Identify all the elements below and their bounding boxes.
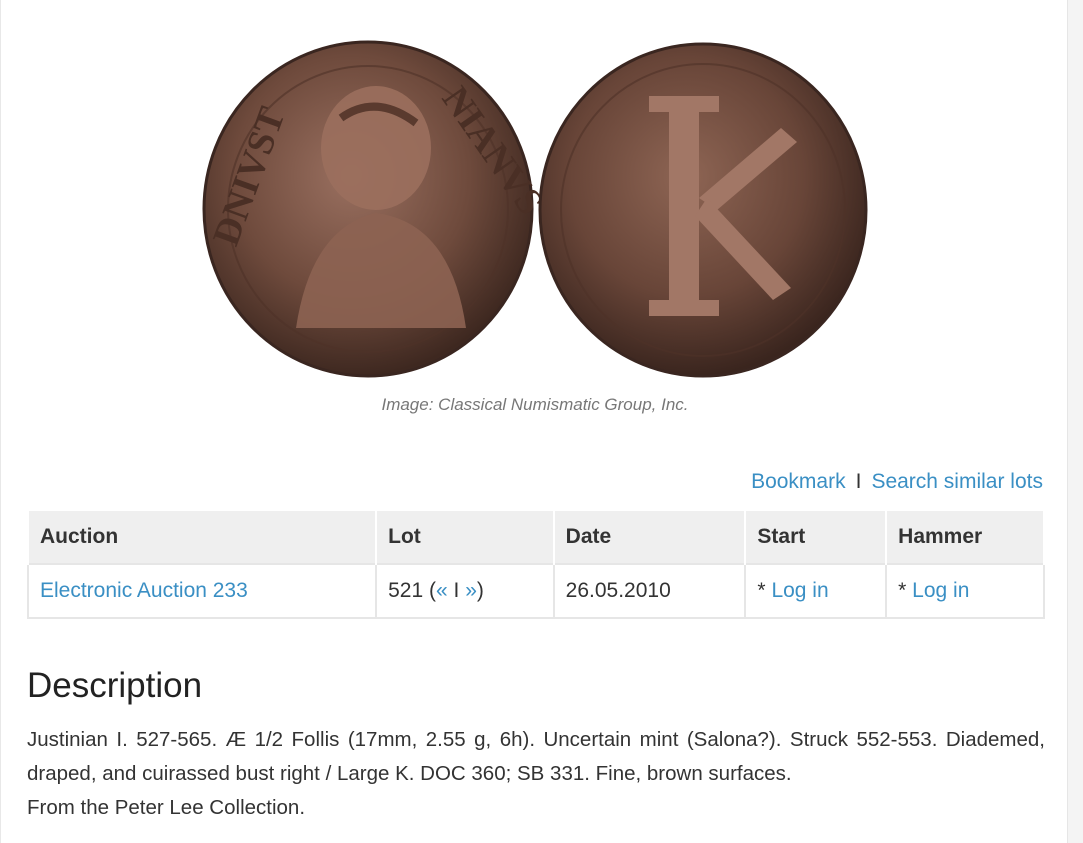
lot-nav-separator: I [447, 579, 466, 602]
header-date: Date [552, 509, 747, 564]
start-asterisk: * [757, 579, 772, 602]
header-hammer: Hammer [885, 509, 1045, 564]
next-lot-link[interactable]: » [465, 579, 477, 602]
lot-number: 521 ( [388, 579, 436, 602]
lot-page: DNIVST NIANVS Image: Classical Numismati… [0, 0, 1068, 843]
lot-actions: Bookmark I Search similar lots [751, 470, 1043, 494]
auction-table: Auction Lot Date Start Hammer Electronic… [26, 509, 1045, 619]
coin-reverse [538, 42, 868, 378]
header-start: Start [744, 509, 888, 564]
header-lot: Lot [375, 509, 555, 564]
start-login-link[interactable]: Log in [771, 579, 828, 602]
previous-lot-link[interactable]: « [436, 579, 448, 602]
header-auction: Auction [26, 509, 378, 564]
description-heading: Description [27, 666, 203, 705]
image-caption: Image: Classical Numismatic Group, Inc. [381, 395, 689, 414]
actions-separator: I [855, 470, 862, 493]
cell-hammer: * Log in [885, 563, 1045, 619]
description-body: Justinian I. 527-565. Æ 1/2 Follis (17mm… [27, 723, 1045, 825]
hammer-asterisk: * [898, 579, 913, 602]
description-text: Justinian I. 527-565. Æ 1/2 Follis (17mm… [27, 728, 1045, 785]
auction-link[interactable]: Electronic Auction 233 [40, 579, 248, 602]
cell-lot: 521 (« I ») [375, 563, 555, 619]
lot-close-paren: ) [476, 579, 484, 602]
table-header-row: Auction Lot Date Start Hammer [26, 509, 1045, 564]
coin-obverse: DNIVST NIANVS [202, 40, 552, 378]
cell-auction: Electronic Auction 233 [26, 563, 378, 619]
search-similar-lots-link[interactable]: Search similar lots [871, 470, 1043, 493]
bookmark-link[interactable]: Bookmark [751, 470, 846, 493]
coin-image[interactable]: DNIVST NIANVS [201, 38, 871, 380]
hammer-login-link[interactable]: Log in [912, 579, 969, 602]
provenance-text: From the Peter Lee Collection. [27, 796, 306, 819]
cell-date: 26.05.2010 [552, 563, 747, 619]
table-row: Electronic Auction 233 521 (« I ») 26.05… [26, 563, 1045, 619]
cell-start: * Log in [744, 563, 888, 619]
